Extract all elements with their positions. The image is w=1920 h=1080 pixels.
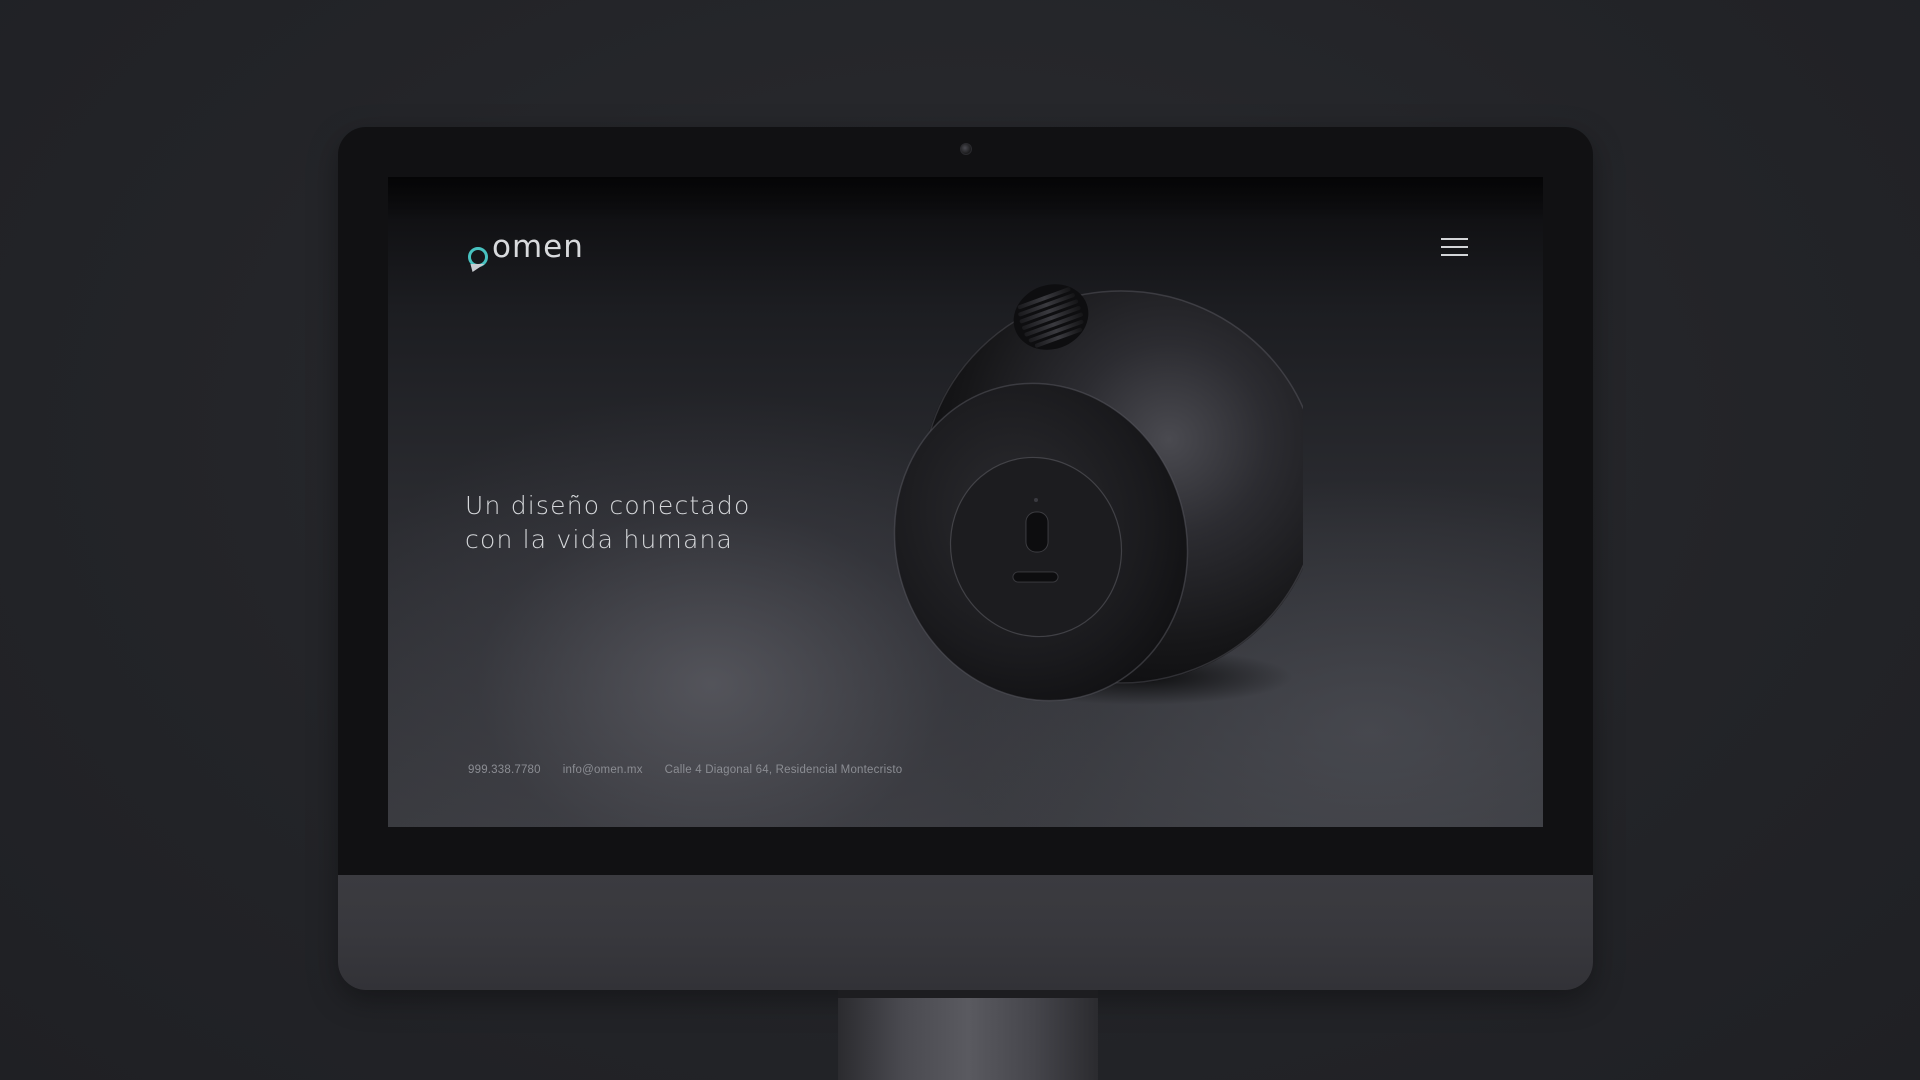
screen-top-shade — [388, 177, 1543, 219]
hero-headline-line2: con la vida humana — [465, 525, 734, 554]
address-text: Calle 4 Diagonal 64, Residencial Montecr… — [664, 764, 903, 776]
contact-footer: 999.338.7780 info@omen.mx Calle 4 Diagon… — [468, 764, 902, 776]
product-sphere-image — [873, 257, 1303, 707]
logo-text: omen — [492, 229, 584, 265]
email-link[interactable]: info@omen.mx — [563, 764, 643, 776]
monitor-chin — [338, 875, 1593, 990]
webcam — [960, 143, 972, 155]
omen-logo[interactable]: omen — [467, 229, 584, 272]
website-screen: omen Un diseño conectado con la vida hum… — [388, 177, 1543, 827]
backdrop: omen Un diseño conectado con la vida hum… — [0, 0, 1920, 1080]
logo-mark-icon — [467, 241, 490, 272]
hero-headline-line1: Un diseño conectado — [465, 491, 751, 520]
phone-link[interactable]: 999.338.7780 — [468, 764, 541, 776]
hero-headline: Un diseño conectado con la vida humana — [465, 489, 751, 557]
monitor-stand-shadow — [838, 990, 1098, 998]
monitor-stand — [838, 990, 1098, 1080]
hamburger-menu-icon[interactable] — [1441, 238, 1468, 258]
imac-monitor: omen Un diseño conectado con la vida hum… — [338, 127, 1593, 990]
